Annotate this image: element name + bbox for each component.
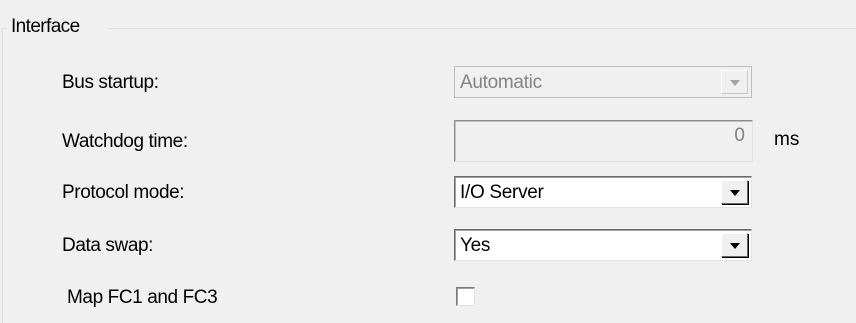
group-box-border-left [2, 28, 3, 323]
group-box-border-top [108, 28, 856, 29]
chevron-down-icon [730, 190, 740, 196]
bus-startup-label: Bus startup: [62, 72, 159, 93]
data-swap-dropdown-button[interactable] [721, 233, 748, 257]
watchdog-time-label: Watchdog time: [62, 131, 188, 152]
data-swap-value: Yes [460, 235, 491, 256]
map-fc1-fc3-checkbox[interactable] [456, 287, 475, 306]
map-fc1-fc3-label: Map FC1 and FC3 [67, 287, 218, 308]
protocol-mode-select[interactable]: I/O Server [454, 176, 752, 208]
bus-startup-select[interactable]: Automatic [454, 66, 752, 98]
protocol-mode-dropdown-button[interactable] [721, 180, 748, 204]
chevron-down-icon [730, 243, 740, 249]
data-swap-select[interactable]: Yes [454, 229, 752, 261]
group-box-title: Interface [8, 16, 83, 38]
protocol-mode-value: I/O Server [460, 182, 544, 203]
protocol-mode-label: Protocol mode: [62, 182, 185, 203]
interface-settings-panel: Interface Bus startup: Automatic Watchdo… [0, 0, 856, 323]
bus-startup-dropdown-button[interactable] [721, 70, 748, 94]
watchdog-time-unit: ms [774, 129, 800, 150]
chevron-down-icon [730, 80, 740, 86]
data-swap-label: Data swap: [62, 235, 154, 256]
watchdog-time-field[interactable]: 0 [454, 120, 753, 162]
watchdog-time-value: 0 [734, 125, 745, 146]
bus-startup-value: Automatic [460, 72, 542, 93]
